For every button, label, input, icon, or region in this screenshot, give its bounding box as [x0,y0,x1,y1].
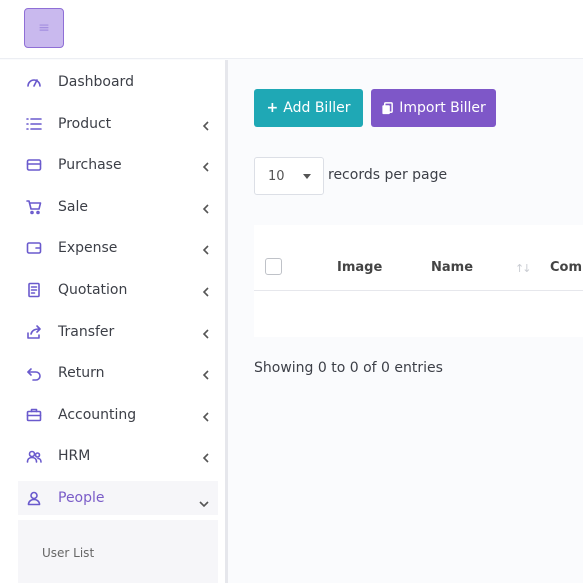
biller-table: Image Name ↑↓ Comp [254,225,583,337]
sort-icon[interactable]: ↑↓ [515,262,532,275]
sidebar-item-label: Dashboard [58,74,134,90]
sidebar-item-accounting[interactable]: Accounting [18,398,218,432]
sidebar-item-label: People [58,490,105,506]
chevron-left-icon [202,366,210,380]
sidebar-item-label: Return [58,365,105,381]
sidebar-item-label: Accounting [58,407,137,423]
hamburger-icon[interactable]: ≡ [24,8,64,48]
users-icon [25,447,43,465]
sidebar-item-label: Product [58,116,112,132]
table-header-row: Image Name ↑↓ Comp [254,225,583,291]
chevron-down-icon [198,493,210,508]
chevron-left-icon [202,158,210,172]
add-biller-label: Add Biller [283,100,351,116]
chevron-left-icon [202,325,210,339]
sidebar-item-sale[interactable]: Sale [18,190,218,224]
card-icon [25,156,43,174]
submenu-item-user-list[interactable]: User List [42,546,94,560]
chevron-left-icon [202,200,210,214]
column-header-company[interactable]: Comp [550,260,583,275]
speedometer-icon [25,73,43,91]
table-info: Showing 0 to 0 of 0 entries [254,360,443,376]
sidebar-item-people[interactable]: People [18,481,218,515]
add-biller-button[interactable]: + Add Biller [254,89,363,127]
per-page-value: 10 [268,168,285,184]
sidebar-item-label: HRM [58,448,91,464]
share-icon [25,323,43,341]
import-biller-label: Import Biller [399,100,486,116]
list-icon [25,115,43,133]
chevron-left-icon [202,241,210,255]
main-content: + Add Biller Import Biller 10 records pe… [230,60,583,583]
chevron-left-icon [202,117,210,131]
caret-down-icon [303,174,311,179]
sidebar-item-purchase[interactable]: Purchase [18,148,218,182]
plus-icon: + [266,100,279,116]
select-all-checkbox[interactable] [265,258,282,275]
document-icon [25,281,43,299]
records-per-page-select[interactable]: 10 [254,157,324,195]
sidebar: Dashboard Product Purchase Sale Expense … [0,60,228,583]
chevron-left-icon [202,449,210,463]
return-icon [25,364,43,382]
sidebar-item-label: Purchase [58,157,122,173]
top-bar: ≡ [0,0,583,59]
sidebar-item-label: Sale [58,199,88,215]
chevron-left-icon [202,408,210,422]
copy-icon [381,101,394,115]
sidebar-item-return[interactable]: Return [18,356,218,390]
sidebar-item-product[interactable]: Product [18,107,218,141]
sidebar-item-label: Expense [58,240,118,256]
sidebar-item-label: Transfer [58,324,115,340]
column-header-image[interactable]: Image [337,260,382,275]
user-icon [25,489,43,507]
sidebar-item-label: Quotation [58,282,128,298]
people-submenu: User List [18,520,218,583]
sidebar-item-transfer[interactable]: Transfer [18,315,218,349]
records-per-page-label: records per page [328,167,448,183]
briefcase-icon [25,406,43,424]
cart-icon [25,198,43,216]
column-header-name[interactable]: Name [431,260,473,275]
chevron-left-icon [202,283,210,297]
sidebar-item-hrm[interactable]: HRM [18,439,218,473]
wallet-icon [25,239,43,257]
import-biller-button[interactable]: Import Biller [371,89,496,127]
sidebar-item-expense[interactable]: Expense [18,231,218,265]
sidebar-item-dashboard[interactable]: Dashboard [18,65,218,99]
sidebar-item-quotation[interactable]: Quotation [18,273,218,307]
